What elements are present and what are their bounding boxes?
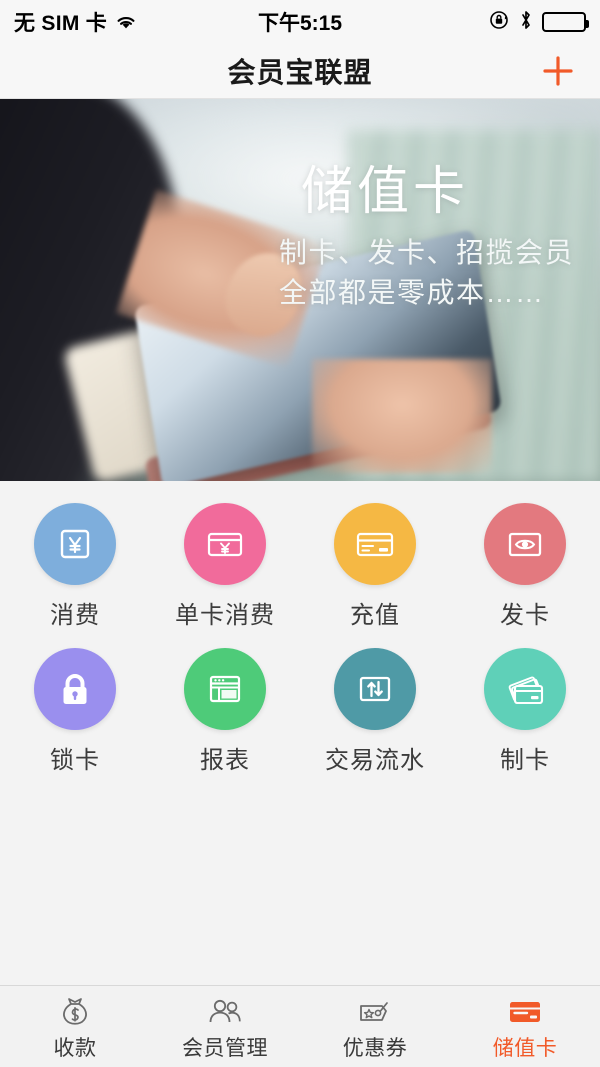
grid-item-make-card[interactable]: 制卡 — [450, 648, 600, 775]
icon-circle — [334, 503, 416, 585]
page-title: 会员宝联盟 — [227, 57, 373, 88]
tab-label: 会员管理 — [182, 1036, 268, 1060]
icon-circle — [184, 503, 266, 585]
tab-collect-payment[interactable]: 收款 — [0, 986, 150, 1067]
tab-label: 收款 — [53, 1036, 97, 1060]
status-bar-left: 无 SIM 卡 — [14, 7, 138, 37]
report-window-icon — [209, 675, 241, 703]
icon-circle — [34, 503, 116, 585]
grid-item-single-card-consume[interactable]: 单卡消费 — [150, 503, 300, 630]
lock-icon — [63, 674, 87, 704]
transfer-arrows-icon — [359, 676, 391, 702]
stacked-cards-icon — [508, 676, 544, 705]
tab-label: 优惠券 — [342, 1036, 408, 1060]
banner-text-block: 储值卡 制卡、发卡、招揽会员 全部都是零成本…… — [279, 163, 574, 312]
grid-item-label: 发卡 — [500, 602, 550, 629]
battery-full-icon — [542, 12, 589, 32]
nav-bar: 会员宝联盟 — [0, 44, 600, 99]
grid-item-label: 交易流水 — [325, 747, 425, 774]
bluetooth-icon — [519, 9, 533, 36]
icon-circle — [184, 648, 266, 730]
promo-banner[interactable]: 储值卡 制卡、发卡、招揽会员 全部都是零成本…… — [0, 99, 600, 481]
grid-item-recharge[interactable]: 充值 — [300, 503, 450, 630]
icon-circle — [34, 648, 116, 730]
grid-item-consume[interactable]: 消费 — [0, 503, 150, 630]
wifi-icon — [114, 13, 138, 31]
grid-item-label: 充值 — [350, 602, 400, 629]
add-button[interactable] — [538, 51, 578, 91]
grid-item-label: 单卡消费 — [175, 602, 275, 629]
grid-item-label: 消费 — [50, 602, 100, 629]
banner-subtitle-line-2: 全部都是零成本…… — [278, 276, 545, 308]
grid-item-transactions[interactable]: 交易流水 — [300, 648, 450, 775]
members-icon — [206, 996, 244, 1028]
status-bar: 无 SIM 卡 下午5:15 — [0, 0, 600, 44]
card-yen-icon — [207, 532, 243, 557]
tab-bar: 收款 会员管理 优惠券 储值卡 — [0, 985, 600, 1067]
tab-member-management[interactable]: 会员管理 — [150, 986, 300, 1067]
grid-item-label: 制卡 — [500, 747, 550, 774]
grid-item-label: 报表 — [200, 747, 250, 774]
icon-circle — [484, 648, 566, 730]
tab-label: 储值卡 — [492, 1036, 558, 1060]
money-bag-icon — [58, 996, 92, 1028]
grid-item-issue-card[interactable]: 发卡 — [450, 503, 600, 630]
rotation-lock-icon — [488, 9, 510, 36]
eye-card-icon — [508, 532, 542, 557]
tab-stored-value-card[interactable]: 储值卡 — [450, 986, 600, 1067]
credit-card-icon — [356, 532, 394, 557]
icon-circle — [334, 648, 416, 730]
function-grid-area: 消费 单卡消费 充值 发卡 锁卡 报表 交易流水 制卡 — [0, 481, 600, 985]
grid-item-report[interactable]: 报表 — [150, 648, 300, 775]
banner-subtitle-line-1: 制卡、发卡、招揽会员 — [278, 236, 574, 268]
icon-circle — [484, 503, 566, 585]
yen-square-icon — [60, 529, 90, 559]
status-bar-right — [488, 9, 589, 36]
carrier-label: 无 SIM 卡 — [14, 12, 108, 35]
banner-title: 储值卡 — [300, 163, 469, 221]
function-grid: 消费 单卡消费 充值 发卡 锁卡 报表 交易流水 制卡 — [0, 503, 600, 775]
coupon-icon — [356, 996, 394, 1028]
grid-item-label: 锁卡 — [50, 747, 100, 774]
tab-coupon[interactable]: 优惠券 — [300, 986, 450, 1067]
stored-value-card-icon — [506, 996, 544, 1028]
app-screen: 无 SIM 卡 下午5:15 会员宝联盟 储值卡 制卡、发卡、招揽会员 全部都是… — [0, 0, 600, 1067]
plus-icon — [543, 56, 573, 86]
grid-item-lock-card[interactable]: 锁卡 — [0, 648, 150, 775]
